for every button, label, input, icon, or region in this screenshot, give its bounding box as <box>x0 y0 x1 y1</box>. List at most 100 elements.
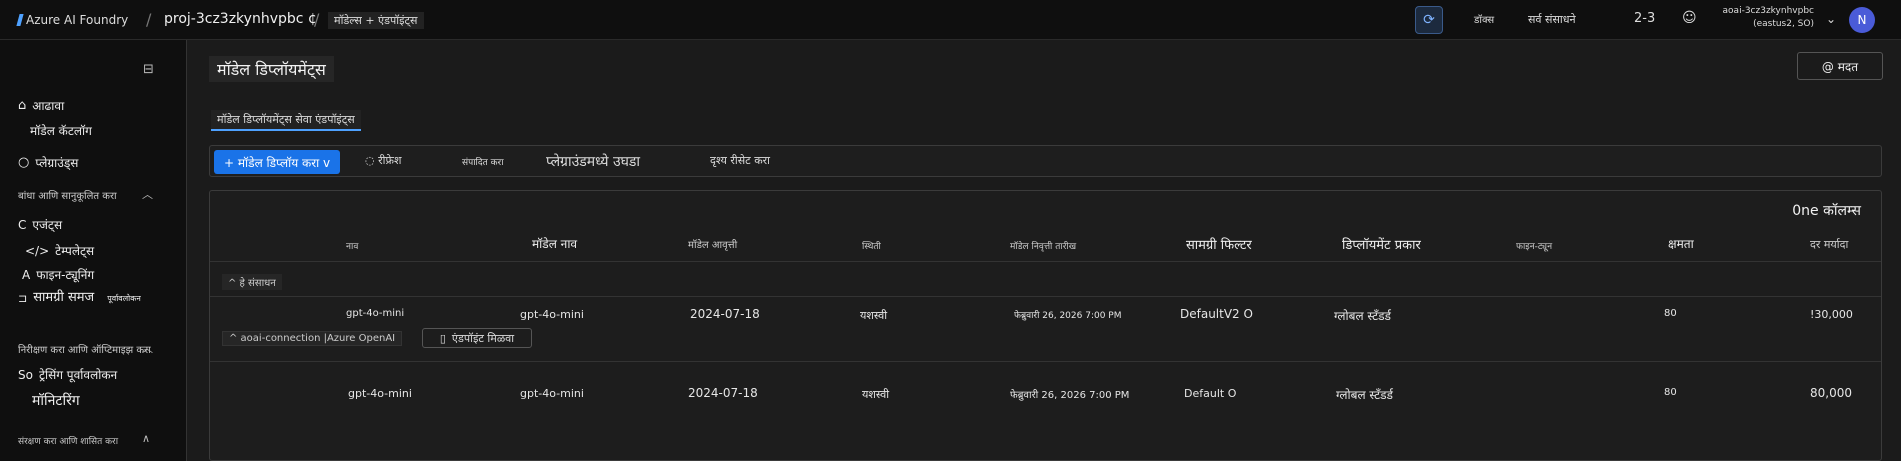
column-header-rate-limit[interactable]: दर मर्यादा <box>1810 237 1848 252</box>
column-header-model-name[interactable]: मॉडेल नाव <box>532 235 577 252</box>
toolbar: + मॉडेल डिप्लॉय करा v ◌ रीफ्रेश संपादित … <box>209 145 1882 177</box>
account-info[interactable]: aoai-3cz3zkynhvpbc (eastus2, SO) <box>1714 5 1814 31</box>
chevron-down-icon[interactable]: ⌄ <box>1826 12 1836 26</box>
cell-content-filter: Default O <box>1184 387 1237 400</box>
sidebar-item-tracing[interactable]: So ट्रेसिंग पूर्वावलोकन <box>18 366 117 383</box>
cell-version: 2024-07-18 <box>690 307 760 321</box>
column-header-state[interactable]: स्थिती <box>862 239 881 252</box>
refresh-icon: ◌ <box>365 154 375 167</box>
column-header-finetune[interactable]: फाइन-ट्यून <box>1516 239 1552 252</box>
open-playground-button[interactable]: प्लेग्राउंडमध्ये उघडा <box>546 152 640 171</box>
cell-state: यशस्वी <box>862 388 890 401</box>
copilot-button[interactable]: ⟳ <box>1415 6 1443 34</box>
account-name: aoai-3cz3zkynhvpbc <box>1722 6 1814 16</box>
cell-deploy-type: ग्लोबल स्टँडर्ड <box>1334 309 1391 323</box>
notification-count[interactable]: 2-3 <box>1634 11 1655 26</box>
all-resources-link[interactable]: सर्व संसाधने <box>1528 12 1576 27</box>
cell-model-name: gpt-4o-mini <box>520 387 584 400</box>
sidebar-item-label: ट्रेसिंग पूर्वावलोकन <box>38 368 118 382</box>
collapse-sidebar-icon[interactable]: ⊟ <box>143 62 154 77</box>
sidebar-item-overview[interactable]: ⌂ आढावा <box>18 97 64 114</box>
group-header-this-resource[interactable]: ^ हे संसाधन <box>222 274 282 290</box>
page-title: मॉडेल डिप्लॉयमेंट्स <box>209 56 334 82</box>
cell-rate-limit: 80,000 <box>1810 386 1852 400</box>
endpoint-icon: ▯ <box>439 331 446 345</box>
cell-name[interactable]: gpt-4o-mini <box>346 308 404 319</box>
sidebar-item-label: एजंट्स <box>32 218 63 232</box>
tab-model-deployments[interactable]: मॉडेल डिप्लॉयमेंट्स सेवा एंडपॉइंट्स <box>211 110 361 131</box>
top-bar: Azure AI Foundry / proj-3cz3zkynhvpbc ¢ … <box>0 0 1901 40</box>
sidebar-item-label: मॉनिटरिंग <box>32 393 80 409</box>
breadcrumb-separator: / <box>146 10 152 29</box>
chevron-up-icon[interactable]: ︿ <box>142 340 153 356</box>
cell-model-name: gpt-4o-mini <box>520 308 584 321</box>
section-protect: संरक्षण करा आणि शासित करा <box>18 437 119 447</box>
tracing-icon: So <box>18 367 33 382</box>
column-header-name[interactable]: नाव <box>346 239 358 252</box>
copilot-icon: ⟳ <box>1423 12 1435 28</box>
divider <box>210 296 1881 297</box>
main-content: मॉडेल डिप्लॉयमेंट्स @ मदत मॉडेल डिप्लॉयम… <box>186 40 1901 461</box>
sidebar-item-agents[interactable]: C एजंट्स <box>18 216 62 233</box>
account-region: (eastus2, SO) <box>1753 19 1814 29</box>
cell-state: यशस्वी <box>860 309 888 322</box>
project-name: proj-3cz3zkynhvpbc <box>164 11 304 27</box>
sidebar-item-label: फाइन-ट्यूनिंग <box>36 268 95 282</box>
column-header-retirement[interactable]: मॉडेल निवृत्ती तारीख <box>1010 239 1076 252</box>
connection-group-header[interactable]: ^ aoai-connection |Azure OpenAI <box>222 331 403 346</box>
deployments-table: 0ne कॉलम्स नाव मॉडेल नाव मॉडेल आवृत्ती स… <box>209 190 1882 461</box>
column-header-capacity[interactable]: क्षमता <box>1668 235 1694 252</box>
cell-deploy-type: ग्लोबल स्टँडर्ड <box>1336 388 1393 402</box>
refresh-label: रीफ्रेश <box>378 154 402 167</box>
cell-content-filter: DefaultV2 O <box>1180 307 1253 321</box>
sidebar-item-finetuning[interactable]: A फाइन-ट्यूनिंग <box>22 266 94 283</box>
sidebar-item-label: मॉडेल कॅटलॉग <box>30 124 92 138</box>
azure-logo-icon <box>16 14 24 26</box>
divider <box>210 261 1881 262</box>
feedback-smiley-icon[interactable]: ☺ <box>1682 10 1697 26</box>
deploy-model-button[interactable]: + मॉडेल डिप्लॉय करा v <box>214 150 341 174</box>
sidebar-item-label: प्लेग्राउंड्स <box>35 156 79 170</box>
sidebar-item-model-catalog[interactable]: मॉडेल कॅटलॉग <box>30 122 92 139</box>
section-observe: निरीक्षण करा आणि ऑप्टिमाइझ करा <box>18 345 151 356</box>
cell-name[interactable]: gpt-4o-mini <box>348 387 412 400</box>
home-icon: ⌂ <box>18 98 27 113</box>
get-endpoint-button[interactable]: ▯ एंडपॉइंट मिळवा <box>422 328 532 348</box>
chat-bubble-icon: ○ <box>18 155 30 170</box>
brand-name: Azure AI Foundry <box>26 13 129 27</box>
brand-logo[interactable]: Azure AI Foundry <box>16 13 129 27</box>
get-endpoint-label: एंडपॉइंट मिळवा <box>451 331 515 345</box>
reset-view-button[interactable]: दृश्य रीसेट करा <box>710 153 770 168</box>
preview-badge: पूर्वावलोकन <box>107 293 141 303</box>
sidebar-item-label: सामग्री समज <box>33 290 95 305</box>
templates-icon: </> <box>25 243 50 258</box>
agents-icon: C <box>18 217 27 232</box>
columns-button[interactable]: 0ne कॉलम्स <box>1792 201 1861 220</box>
docs-link[interactable]: डॉक्स <box>1474 12 1494 26</box>
cell-retirement: फेब्रुवारी 26, 2026 7:00 PM <box>1014 311 1122 321</box>
sidebar-item-playgrounds[interactable]: ○ प्लेग्राउंड्स <box>18 154 78 171</box>
finetuning-icon: A <box>22 267 31 282</box>
breadcrumb-separator: / <box>314 10 320 29</box>
content-icon: ⊐ <box>18 291 28 305</box>
chevron-up-icon[interactable]: ∧ <box>142 432 150 445</box>
edit-button[interactable]: संपादित करा <box>462 155 504 168</box>
help-button[interactable]: @ मदत <box>1797 52 1883 80</box>
project-breadcrumb[interactable]: proj-3cz3zkynhvpbc ¢ <box>164 11 317 27</box>
cell-capacity: 80 <box>1664 387 1677 398</box>
column-header-deploy-type[interactable]: डिप्लॉयमेंट प्रकार <box>1342 235 1421 253</box>
section-build: बांधा आणि सानुकूलित करा <box>18 191 117 202</box>
sidebar-item-content-understanding[interactable]: ⊐ सामग्री समज पूर्वावलोकन <box>18 290 141 306</box>
chevron-up-icon[interactable]: ︿ <box>142 186 153 202</box>
column-header-model-version[interactable]: मॉडेल आवृत्ती <box>688 237 737 251</box>
cell-capacity: 80 <box>1664 308 1677 319</box>
refresh-button[interactable]: ◌ रीफ्रेश <box>365 153 401 168</box>
sidebar-item-label: आढावा <box>32 99 65 113</box>
sidebar-item-templates[interactable]: </> टेम्पलेट्स <box>25 242 94 259</box>
sidebar-item-monitoring[interactable]: मॉनिटरिंग <box>32 391 80 410</box>
avatar[interactable]: N <box>1849 7 1875 33</box>
cell-retirement: फेब्रुवारी 26, 2026 7:00 PM <box>1010 390 1130 401</box>
column-header-content-filter[interactable]: सामग्री फिल्टर <box>1186 235 1252 253</box>
page-breadcrumb[interactable]: मॉडेल्स + एंडपॉइंट्स <box>328 12 424 29</box>
cell-version: 2024-07-18 <box>688 386 758 400</box>
